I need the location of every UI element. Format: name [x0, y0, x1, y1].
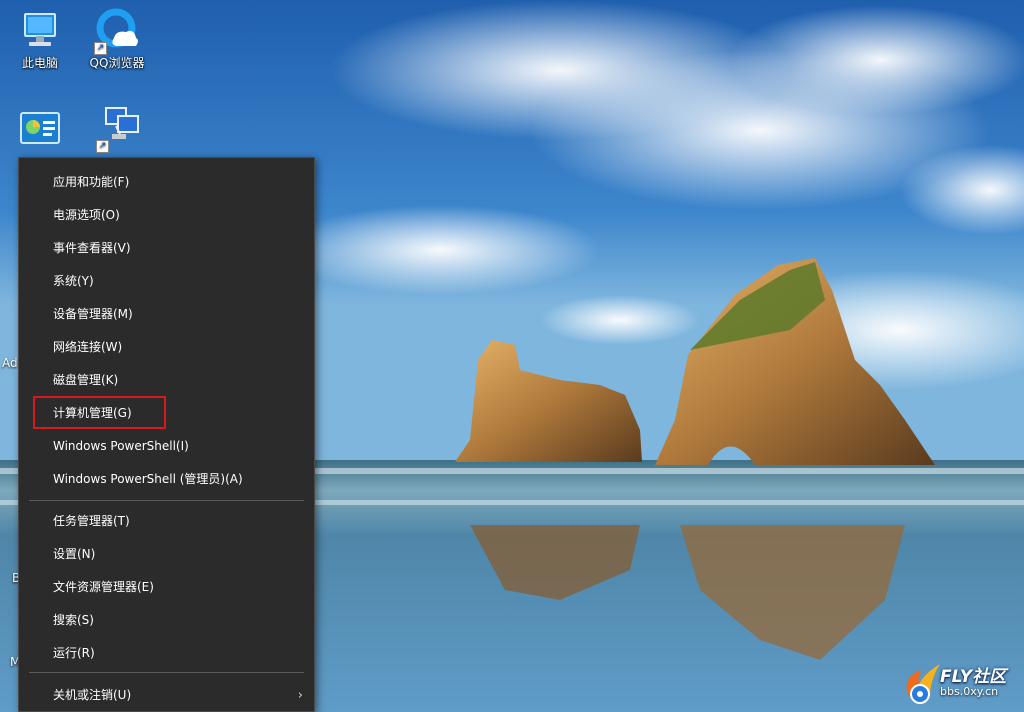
menu-item[interactable]: 电源选项(O): [19, 199, 314, 232]
menu-item[interactable]: 搜索(S): [19, 604, 314, 637]
menu-item[interactable]: 设置(N): [19, 538, 314, 571]
menu-item-label: 设置(N): [53, 547, 96, 561]
desktop-icon-qq-browser[interactable]: ↗ QQ浏览器: [80, 8, 154, 71]
menu-separator: [29, 500, 304, 501]
menu-item-label: 任务管理器(T): [53, 514, 130, 528]
desktop-icon-this-pc[interactable]: 此电脑: [3, 8, 77, 71]
menu-separator: [29, 672, 304, 673]
menu-item[interactable]: 系统(Y): [19, 265, 314, 298]
menu-item[interactable]: Windows PowerShell(I): [19, 430, 314, 463]
menu-item-label: 关机或注销(U): [53, 688, 132, 702]
menu-item[interactable]: 应用和功能(F): [19, 166, 314, 199]
winx-context-menu: 应用和功能(F) 电源选项(O) 事件查看器(V) 系统(Y) 设备管理器(M) 网络连接…: [18, 157, 315, 712]
menu-item[interactable]: 关机或注销(U) ›: [19, 679, 314, 712]
control-panel-icon: [20, 112, 60, 144]
desktop-edge-label: Ad: [2, 356, 18, 370]
this-pc-icon: [24, 13, 56, 46]
watermark-title: FLY社区: [940, 667, 1007, 687]
watermark-url: bbs.0xy.cn: [940, 685, 999, 698]
desktop-icon-label: 此电脑: [21, 56, 58, 70]
annotation-highlight-box: [33, 396, 166, 429]
menu-item[interactable]: 运行(R): [19, 637, 314, 670]
menu-item-label: 事件查看器(V): [53, 241, 131, 255]
desktop-icon-network[interactable]: ↗: [80, 104, 154, 153]
desktop-icon-control-panel[interactable]: [3, 110, 77, 148]
menu-item-label: 系统(Y): [53, 274, 94, 288]
desktop-icon-label: QQ浏览器: [89, 56, 145, 70]
menu-item[interactable]: 设备管理器(M): [19, 298, 314, 331]
shortcut-arrow-icon: ↗: [94, 42, 107, 55]
menu-item-label: 网络连接(W): [53, 340, 123, 354]
menu-item[interactable]: 网络连接(W): [19, 331, 314, 364]
menu-item-label: 电源选项(O): [53, 208, 120, 222]
menu-item-label: Windows PowerShell (管理员)(A): [53, 472, 243, 486]
menu-item-label: 搜索(S): [53, 613, 94, 627]
menu-item[interactable]: 文件资源管理器(E): [19, 571, 314, 604]
menu-item[interactable]: 事件查看器(V): [19, 232, 314, 265]
chevron-right-icon: ›: [297, 688, 303, 703]
menu-item-label: 运行(R): [53, 646, 95, 660]
menu-item-label: 设备管理器(M): [53, 307, 133, 321]
menu-item-label: 磁盘管理(K): [53, 373, 119, 387]
menu-item[interactable]: Windows PowerShell (管理员)(A): [19, 463, 314, 496]
menu-item-label: 应用和功能(F): [53, 175, 130, 189]
menu-item-label: 文件资源管理器(E): [53, 580, 154, 594]
menu-item[interactable]: 磁盘管理(K): [19, 364, 314, 397]
menu-item[interactable]: 任务管理器(T): [19, 505, 314, 538]
menu-item-label: Windows PowerShell(I): [53, 439, 189, 453]
fly-community-watermark: FLY社区 bbs.0xy.cn: [900, 654, 1024, 712]
shortcut-arrow-icon: ↗: [96, 140, 109, 153]
